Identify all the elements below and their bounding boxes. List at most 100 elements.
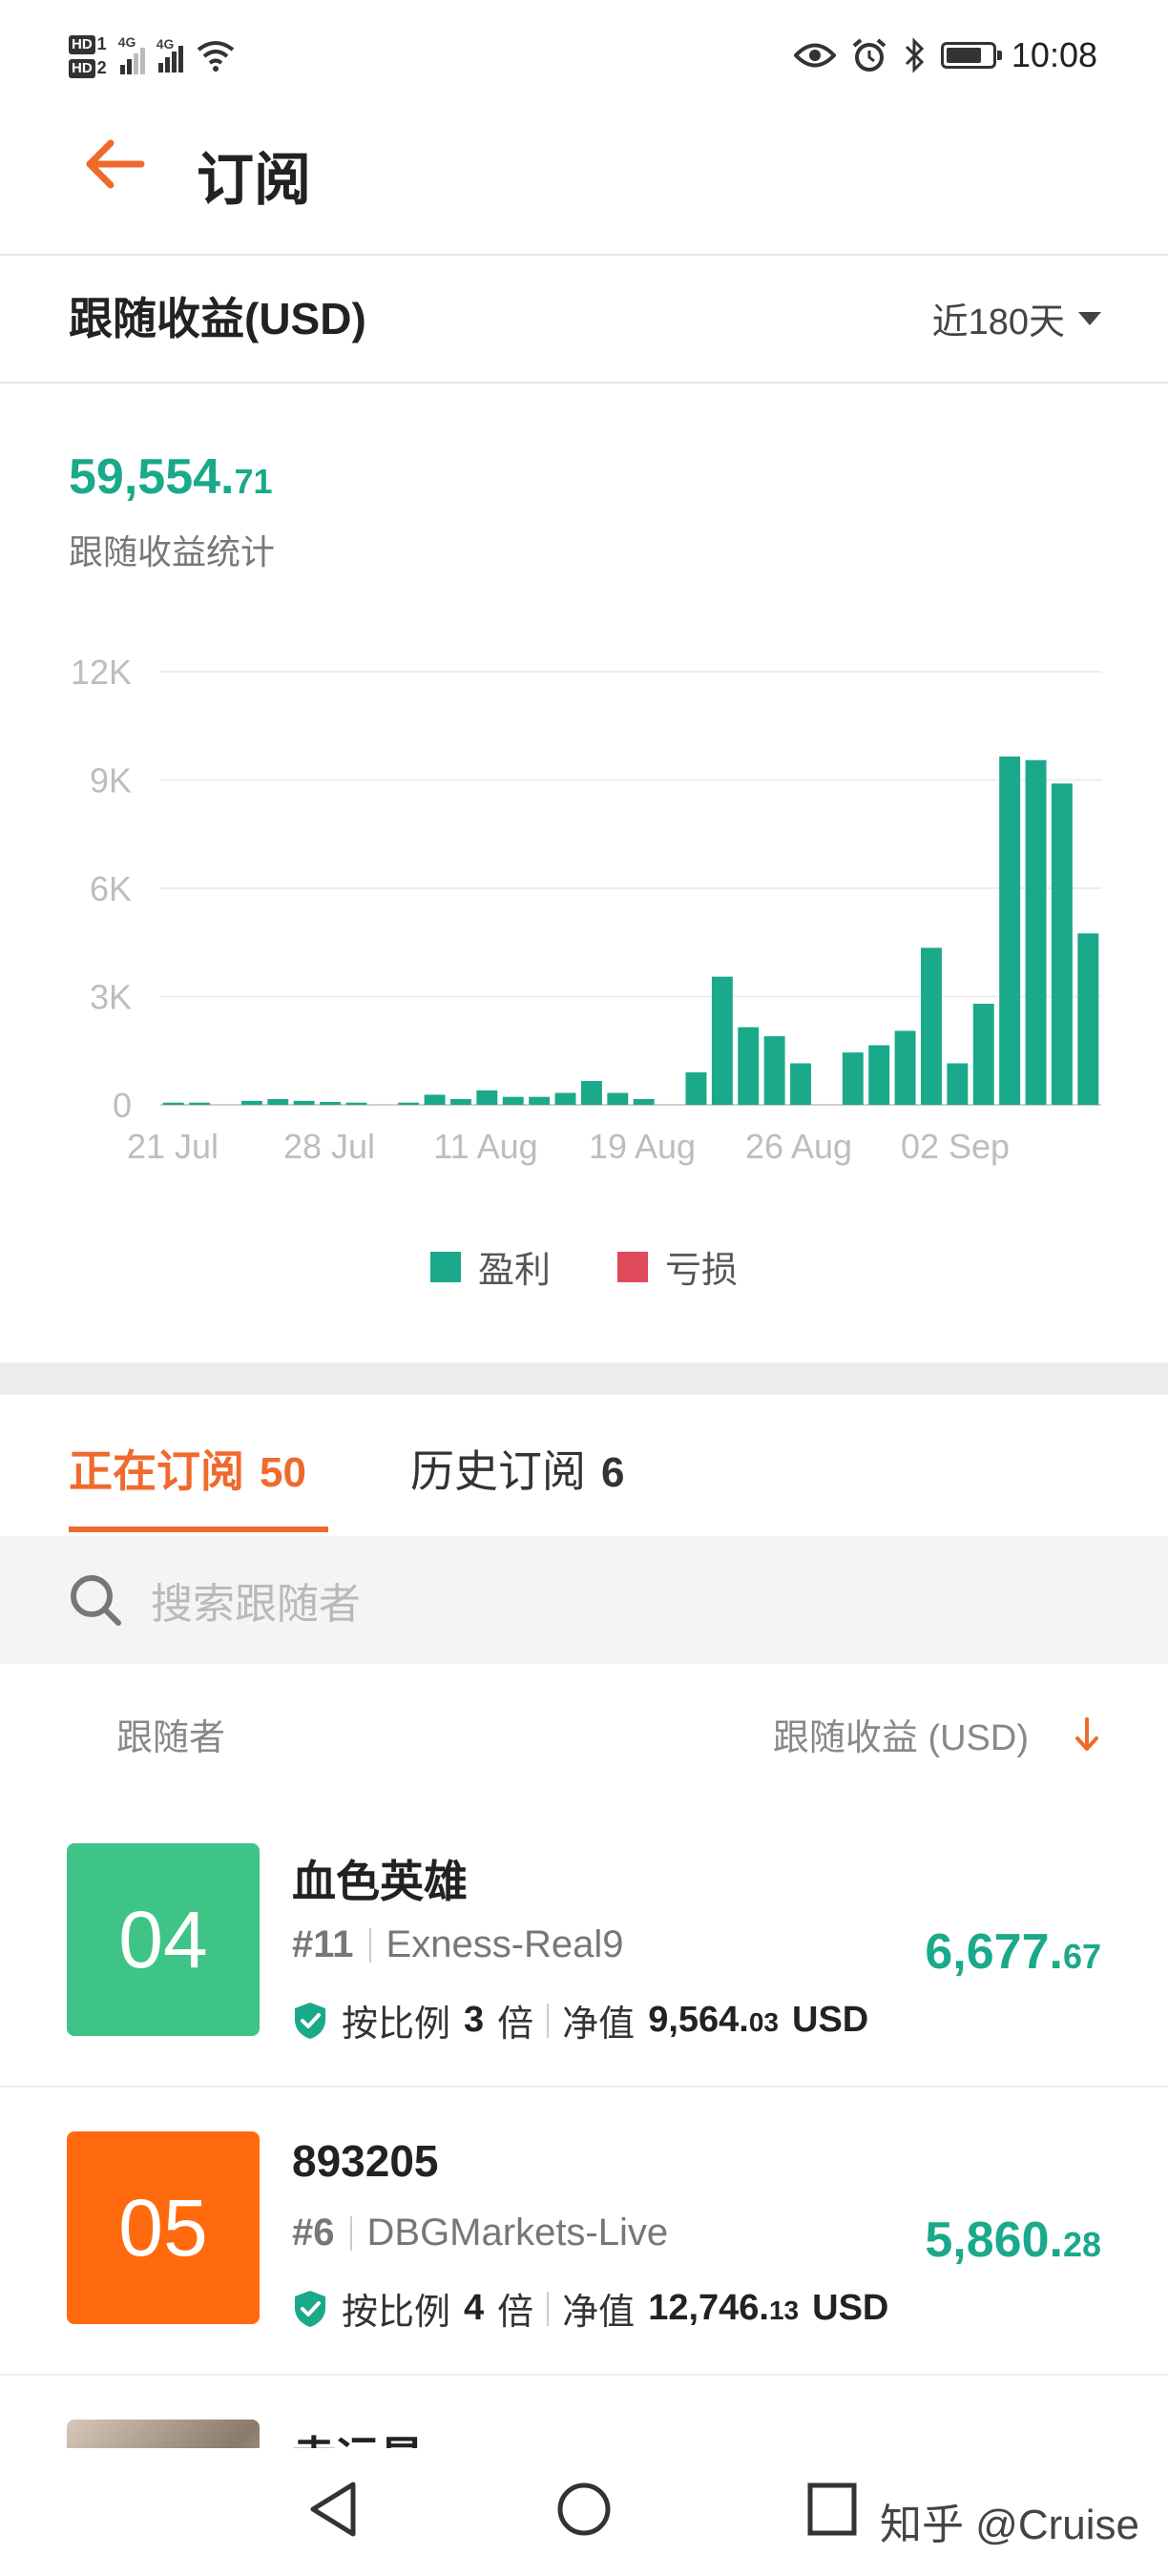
legend-item-profit[interactable]: 盈利	[429, 1240, 551, 1293]
broker-server: DBGMarkets-Live	[366, 2212, 669, 2254]
earnings-int: 5,860.	[925, 2212, 1063, 2268]
follower-subline: #11 Exness-Real9	[292, 1923, 624, 1966]
broker-server: Exness-Real9	[386, 1923, 624, 1965]
list-item[interactable]: 幸运星	[0, 2374, 1168, 2460]
legend-swatch-loss	[617, 1251, 648, 1282]
sim1-indicator: HD 1	[69, 34, 107, 54]
sort-by-earnings[interactable]: 跟随收益 (USD)	[773, 1708, 1101, 1760]
bar	[763, 1036, 785, 1105]
bar	[240, 1100, 262, 1105]
divider	[547, 2003, 550, 2038]
x-tick-label: 28 Jul	[283, 1127, 375, 1166]
equity-value: 9,564.03	[648, 2000, 779, 2041]
total-earnings-int: 59,554.	[69, 449, 235, 505]
bar	[868, 1045, 890, 1105]
sim-number: 1	[96, 34, 107, 53]
sim-indicators: HD 1 HD 2	[69, 34, 107, 78]
period-dropdown[interactable]: 近180天	[932, 292, 1101, 344]
equity-unit: USD	[812, 2288, 889, 2328]
subscription-tabs: 正在订阅 50 历史订阅 6	[0, 1395, 1168, 1538]
equity-value: 12,746.13	[648, 2288, 799, 2329]
alarm-icon	[852, 38, 886, 72]
back-button[interactable]	[82, 130, 151, 198]
follower-meta: 按比例 4 倍 净值 12,746.13 USD	[292, 2282, 888, 2335]
follower-subline: #6 DBGMarkets-Live	[292, 2212, 668, 2254]
wifi-icon	[197, 41, 234, 72]
caret-down-icon	[1078, 311, 1101, 325]
ratio-prefix: 按比例	[342, 2005, 451, 2045]
tab-label: 历史订阅	[410, 1446, 586, 1496]
signal-icon: 4G	[118, 34, 145, 74]
ratio-suffix: 倍	[497, 2293, 534, 2333]
sort-down-arrow-icon	[1075, 1716, 1098, 1751]
list-header: 跟随者 跟随收益 (USD)	[0, 1664, 1168, 1797]
bar	[607, 1092, 629, 1105]
bluetooth-icon	[905, 37, 925, 73]
bar	[894, 1030, 916, 1105]
nav-recents-icon[interactable]	[802, 2475, 863, 2544]
equity-unit: USD	[792, 2000, 869, 2040]
bar	[790, 1063, 811, 1105]
x-tick-label: 26 Aug	[745, 1127, 852, 1166]
equity-dec: 03	[748, 2007, 779, 2037]
signal-icon: 4G	[156, 36, 183, 73]
network-type: 4G	[156, 36, 175, 52]
hd-badge: HD	[69, 34, 95, 54]
bar	[633, 1098, 655, 1105]
bar	[685, 1071, 707, 1105]
app-header: 订阅	[0, 99, 1168, 256]
tab-active-subscriptions[interactable]: 正在订阅 50	[69, 1437, 306, 1500]
bar	[189, 1102, 211, 1105]
divider	[349, 2215, 352, 2251]
system-nav-bar: 知乎 @Cruise	[0, 2448, 1168, 2576]
battery-icon	[940, 42, 1002, 69]
divider	[547, 2291, 550, 2326]
nav-back-icon[interactable]	[303, 2475, 365, 2544]
bar	[450, 1098, 471, 1105]
bar	[1025, 759, 1047, 1105]
equity-label: 净值	[562, 2005, 636, 2045]
follower-rank: #6	[292, 2212, 335, 2254]
equity-int: 9,564.	[648, 2000, 749, 2040]
status-bar: HD 1 HD 2 4G 4G 10:08	[0, 0, 1168, 99]
bar	[738, 1027, 760, 1105]
chart-legend: 盈利 亏损	[0, 1240, 1168, 1293]
equity-dec: 13	[768, 2296, 800, 2325]
tab-history-subscriptions[interactable]: 历史订阅 6	[410, 1437, 624, 1500]
bar	[320, 1101, 341, 1105]
earnings-title: 跟随收益(USD)	[69, 294, 366, 343]
tab-count: 50	[260, 1449, 306, 1496]
earnings-int: 6,677.	[925, 1924, 1063, 1980]
x-tick-label: 19 Aug	[589, 1127, 696, 1166]
bar	[476, 1090, 498, 1105]
legend-label-profit: 盈利	[477, 1251, 551, 1291]
ratio-prefix: 按比例	[342, 2293, 451, 2333]
search-icon	[71, 1575, 121, 1626]
column-follower: 跟随者	[116, 1718, 226, 1758]
follower-rank: #11	[292, 1923, 354, 1965]
nav-home-icon[interactable]	[552, 2475, 616, 2544]
tab-indicator	[69, 1527, 328, 1532]
follower-earnings: 6,677.67	[925, 1923, 1101, 1981]
earnings-dec: 28	[1062, 2225, 1101, 2264]
list-item[interactable]: 05 893205 #6 DBGMarkets-Live 按比例 4 倍 净值 …	[0, 2086, 1168, 2376]
bar	[554, 1092, 576, 1105]
legend-label-loss: 亏损	[665, 1251, 739, 1291]
earnings-header: 跟随收益(USD) 近180天	[0, 256, 1168, 384]
total-earnings: 59,554.71	[69, 448, 273, 506]
bar	[921, 947, 942, 1105]
total-earnings-dec: 71	[234, 462, 273, 501]
search-input[interactable]: 搜索跟随者	[0, 1536, 1168, 1664]
y-tick-label: 12K	[71, 653, 132, 692]
legend-item-loss[interactable]: 亏损	[617, 1240, 738, 1293]
x-tick-label: 11 Aug	[433, 1127, 537, 1166]
list-item[interactable]: 04 血色英雄 #11 Exness-Real9 按比例 3 倍 净值 9,56…	[0, 1797, 1168, 2088]
bar	[267, 1098, 289, 1105]
divider	[368, 1927, 371, 1963]
watermark: 知乎 @Cruise	[879, 2502, 1139, 2548]
search-placeholder: 搜索跟随者	[151, 1581, 361, 1628]
follower-earnings: 5,860.28	[925, 2212, 1101, 2269]
avatar: 04	[67, 1843, 260, 2036]
bar	[842, 1052, 864, 1105]
avatar: 05	[67, 2131, 260, 2324]
